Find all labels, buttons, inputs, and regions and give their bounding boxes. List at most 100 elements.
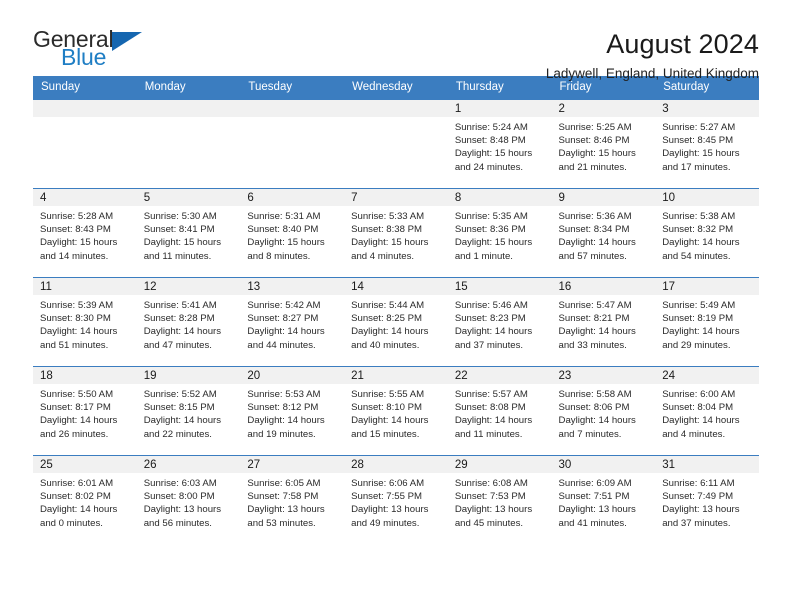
day-cell[interactable]: 8 Sunrise: 5:35 AM Sunset: 8:36 PM Daylight…	[447, 188, 552, 278]
daylight-text: Daylight: 13 hours and 45 minutes.	[454, 504, 533, 529]
daylight-text: Daylight: 13 hours and 53 minutes.	[247, 504, 325, 529]
day-details: Sunrise: 5:35 AM Sunset: 8:36 PM Daylight:…	[448, 206, 552, 263]
day-number	[344, 100, 448, 117]
daylight-text: Daylight: 14 hours and 15 minutes.	[351, 415, 429, 440]
day-details: Sunrise: 5:52 AM Sunset: 8:15 PM Daylight:…	[137, 384, 241, 441]
day-details: Sunrise: 5:57 AM Sunset: 8:08 PM Daylight:…	[448, 384, 552, 441]
day-cell[interactable]: 5 Sunrise: 5:30 AM Sunset: 8:41 PM Daylight…	[136, 188, 241, 278]
day-cell[interactable]: 1 Sunrise: 5:24 AM Sunset: 8:48 PM Daylight…	[447, 99, 552, 189]
day-cell[interactable]: 26 Sunrise: 6:03 AM Sunset: 8:00 PM Dayligh…	[136, 455, 241, 545]
sunset-text: Sunset: 7:58 PM	[247, 491, 319, 503]
day-number: 7	[344, 189, 448, 206]
daylight-text: Daylight: 13 hours and 41 minutes.	[558, 504, 636, 529]
day-cell[interactable]: 31 Sunrise: 6:11 AM Sunset: 7:49 PM Dayligh…	[655, 455, 759, 545]
sunset-text: Sunset: 8:41 PM	[143, 224, 215, 236]
sunset-text: Sunset: 8:40 PM	[247, 224, 319, 236]
day-number: 25	[33, 456, 137, 473]
sunrise-text: Sunrise: 5:58 AM	[558, 389, 632, 400]
sunset-text: Sunset: 8:32 PM	[662, 224, 734, 236]
general-blue-logo[interactable]: General Blue	[33, 28, 163, 76]
day-cell[interactable]: 25 Sunrise: 6:01 AM Sunset: 8:02 PM Dayligh…	[33, 455, 137, 545]
sunrise-text: Sunrise: 5:31 AM	[247, 211, 321, 222]
day-cell[interactable]: 2 Sunrise: 5:25 AM Sunset: 8:46 PM Daylight…	[551, 99, 656, 189]
sunrise-text: Sunrise: 5:42 AM	[247, 300, 321, 311]
day-number: 22	[447, 367, 552, 384]
calendar-body: 1 Sunrise: 5:24 AM Sunset: 8:48 PM Daylight…	[33, 99, 759, 545]
sunset-text: Sunset: 8:48 PM	[454, 135, 526, 147]
day-cell[interactable]: 16 Sunrise: 5:47 AM Sunset: 8:21 PM Dayligh…	[551, 277, 656, 367]
day-details: Sunrise: 5:39 AM Sunset: 8:30 PM Daylight:…	[33, 295, 137, 352]
sunrise-text: Sunrise: 6:03 AM	[143, 478, 217, 489]
day-cell[interactable]	[136, 99, 241, 189]
daylight-text: Daylight: 13 hours and 56 minutes.	[143, 504, 222, 529]
day-cell[interactable]: 15 Sunrise: 5:46 AM Sunset: 8:23 PM Dayligh…	[447, 277, 552, 367]
day-cell[interactable]: 27 Sunrise: 6:05 AM Sunset: 7:58 PM Dayligh…	[240, 455, 345, 545]
day-cell[interactable]: 22 Sunrise: 5:57 AM Sunset: 8:08 PM Dayligh…	[447, 366, 552, 456]
day-cell[interactable]: 10 Sunrise: 5:38 AM Sunset: 8:32 PM Dayligh…	[655, 188, 759, 278]
day-details: Sunrise: 6:06 AM Sunset: 7:55 PM Daylight:…	[344, 473, 448, 530]
day-cell[interactable]: 6 Sunrise: 5:31 AM Sunset: 8:40 PM Daylight…	[240, 188, 345, 278]
day-cell[interactable]: 3 Sunrise: 5:27 AM Sunset: 8:45 PM Daylight…	[655, 99, 759, 189]
sunset-text: Sunset: 8:04 PM	[662, 402, 734, 414]
day-cell[interactable]: 12 Sunrise: 5:41 AM Sunset: 8:28 PM Dayligh…	[136, 277, 241, 367]
day-details: Sunrise: 5:58 AM Sunset: 8:06 PM Daylight:…	[552, 384, 656, 441]
day-cell[interactable]: 21 Sunrise: 5:55 AM Sunset: 8:10 PM Dayligh…	[344, 366, 448, 456]
day-cell[interactable]: 13 Sunrise: 5:42 AM Sunset: 8:27 PM Dayligh…	[240, 277, 345, 367]
day-details: Sunrise: 5:49 AM Sunset: 8:19 PM Daylight:…	[655, 295, 759, 352]
sunset-text: Sunset: 8:38 PM	[351, 224, 423, 236]
day-details: Sunrise: 6:01 AM Sunset: 8:02 PM Daylight:…	[33, 473, 137, 530]
page-title: August 2024	[606, 29, 759, 59]
sunset-text: Sunset: 8:00 PM	[143, 491, 215, 503]
sunrise-text: Sunrise: 6:05 AM	[247, 478, 321, 489]
day-cell[interactable]: 23 Sunrise: 5:58 AM Sunset: 8:06 PM Dayligh…	[551, 366, 656, 456]
day-cell[interactable]: 30 Sunrise: 6:09 AM Sunset: 7:51 PM Dayligh…	[551, 455, 656, 545]
daylight-text: Daylight: 13 hours and 49 minutes.	[351, 504, 429, 529]
day-number: 2	[551, 100, 656, 117]
day-number	[240, 100, 345, 117]
daylight-text: Daylight: 13 hours and 37 minutes.	[662, 504, 740, 529]
day-cell[interactable]	[33, 99, 137, 189]
day-number: 29	[447, 456, 552, 473]
day-cell[interactable]: 28 Sunrise: 6:06 AM Sunset: 7:55 PM Dayligh…	[344, 455, 448, 545]
daylight-text: Daylight: 14 hours and 19 minutes.	[247, 415, 325, 440]
day-details: Sunrise: 5:44 AM Sunset: 8:25 PM Daylight:…	[344, 295, 448, 352]
day-number	[33, 100, 137, 117]
day-number: 8	[447, 189, 552, 206]
day-cell[interactable]	[240, 99, 345, 189]
day-cell[interactable]: 9 Sunrise: 5:36 AM Sunset: 8:34 PM Daylight…	[551, 188, 656, 278]
triangle-icon	[112, 32, 143, 51]
day-number: 4	[33, 189, 137, 206]
sunrise-text: Sunrise: 5:30 AM	[143, 211, 217, 222]
day-cell[interactable]: 24 Sunrise: 6:00 AM Sunset: 8:04 PM Dayligh…	[655, 366, 759, 456]
day-cell[interactable]	[344, 99, 448, 189]
day-cell[interactable]: 14 Sunrise: 5:44 AM Sunset: 8:25 PM Dayligh…	[344, 277, 448, 367]
day-cell[interactable]: 7 Sunrise: 5:33 AM Sunset: 8:38 PM Daylight…	[344, 188, 448, 278]
sunset-text: Sunset: 8:02 PM	[40, 491, 111, 503]
calendar-week-row: 11 Sunrise: 5:39 AM Sunset: 8:30 PM Dayligh…	[33, 277, 759, 367]
daylight-text: Daylight: 14 hours and 44 minutes.	[247, 326, 325, 351]
calendar-week-row: 25 Sunrise: 6:01 AM Sunset: 8:02 PM Dayligh…	[33, 455, 759, 545]
day-details: Sunrise: 5:47 AM Sunset: 8:21 PM Daylight:…	[552, 295, 656, 352]
day-details: Sunrise: 5:46 AM Sunset: 8:23 PM Daylight:…	[448, 295, 552, 352]
day-cell[interactable]: 29 Sunrise: 6:08 AM Sunset: 7:53 PM Dayligh…	[447, 455, 552, 545]
sunrise-text: Sunrise: 5:57 AM	[454, 389, 528, 400]
calendar-week-row: 18 Sunrise: 5:50 AM Sunset: 8:17 PM Dayligh…	[33, 366, 759, 456]
day-cell[interactable]: 11 Sunrise: 5:39 AM Sunset: 8:30 PM Dayligh…	[33, 277, 137, 367]
day-number: 23	[551, 367, 656, 384]
daylight-text: Daylight: 14 hours and 51 minutes.	[40, 326, 118, 351]
sunset-text: Sunset: 8:27 PM	[247, 313, 319, 325]
day-details: Sunrise: 5:28 AM Sunset: 8:43 PM Daylight:…	[33, 206, 137, 263]
sunset-text: Sunset: 8:43 PM	[40, 224, 111, 236]
day-details: Sunrise: 5:53 AM Sunset: 8:12 PM Daylight:…	[240, 384, 344, 441]
day-cell[interactable]: 19 Sunrise: 5:52 AM Sunset: 8:15 PM Dayligh…	[136, 366, 241, 456]
day-cell[interactable]: 18 Sunrise: 5:50 AM Sunset: 8:17 PM Dayligh…	[33, 366, 137, 456]
day-cell[interactable]: 4 Sunrise: 5:28 AM Sunset: 8:43 PM Daylight…	[33, 188, 137, 278]
day-cell[interactable]: 17 Sunrise: 5:49 AM Sunset: 8:19 PM Dayligh…	[655, 277, 759, 367]
daylight-text: Daylight: 14 hours and 26 minutes.	[40, 415, 118, 440]
day-number: 5	[136, 189, 241, 206]
day-cell[interactable]: 20 Sunrise: 5:53 AM Sunset: 8:12 PM Dayligh…	[240, 366, 345, 456]
sunset-text: Sunset: 7:53 PM	[454, 491, 526, 503]
day-details: Sunrise: 5:33 AM Sunset: 8:38 PM Daylight:…	[344, 206, 448, 263]
daylight-text: Daylight: 14 hours and 7 minutes.	[558, 415, 636, 440]
day-number: 21	[344, 367, 448, 384]
